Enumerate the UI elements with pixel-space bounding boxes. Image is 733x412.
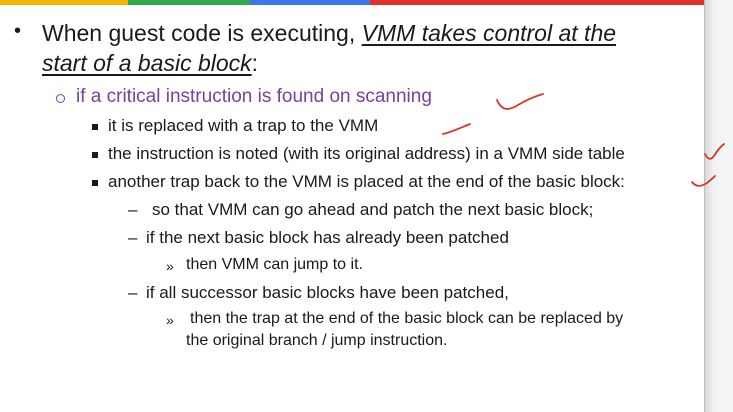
list-item-patch-next-block: so that VMM can go ahead and patch the n… <box>152 200 594 219</box>
level4-dash-bullet-icon: – <box>128 200 138 219</box>
level3-square-bullet-icon <box>92 180 98 186</box>
list-item-instruction-noted: the instruction is noted (with its origi… <box>108 144 625 163</box>
level2-circle-bullet-icon <box>56 94 65 103</box>
level3-square-bullet-icon <box>92 152 98 158</box>
main-point-line2: start of a basic block: <box>42 50 258 77</box>
level4-dash-bullet-icon: – <box>128 283 138 302</box>
window-right-edge <box>704 0 733 412</box>
main-point-emphasis-line1: VMM takes control at the <box>361 20 617 46</box>
bar-segment-red <box>370 0 705 5</box>
list-item-replaced-with-trap: it is replaced with a trap to the VMM <box>108 116 379 135</box>
bar-segment-yellow <box>0 0 128 5</box>
level5-raquo-bullet-icon: » <box>166 258 174 274</box>
list-item-already-patched: if the next basic block has already been… <box>146 228 509 247</box>
main-point-colon: : <box>251 50 259 76</box>
annotation-check-mark <box>496 93 544 110</box>
main-point-line1: When guest code is executing, VMM takes … <box>42 20 616 47</box>
sub-point-critical-instruction: if a critical instruction is found on sc… <box>76 86 432 107</box>
level1-bullet-icon: • <box>14 20 22 42</box>
list-item-original-branch: the original branch / jump instruction. <box>186 332 448 349</box>
level3-square-bullet-icon <box>92 124 98 130</box>
annotation-check-mark <box>442 123 471 135</box>
level4-dash-bullet-icon: – <box>128 228 138 247</box>
list-item-trap-replaced: then the trap at the end of the basic bl… <box>190 310 624 327</box>
slide-top-color-bar <box>0 0 705 5</box>
list-item-all-successors-patched: if all successor basic blocks have been … <box>146 283 509 302</box>
list-item-another-trap: another trap back to the VMM is placed a… <box>108 172 625 191</box>
level5-raquo-bullet-icon: » <box>166 312 174 328</box>
bar-segment-blue <box>250 0 370 5</box>
list-item-jump-to-it: then VMM can jump to it. <box>186 256 363 273</box>
main-point-text: When guest code is executing, <box>42 20 362 46</box>
main-point-emphasis-line2: start of a basic block <box>42 50 252 76</box>
bar-segment-green <box>128 0 250 5</box>
